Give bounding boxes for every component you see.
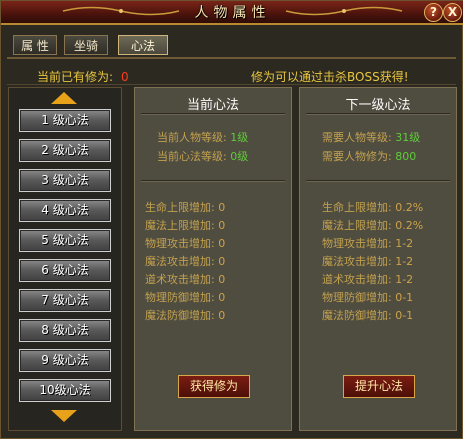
stat-label: 生命上限增加: bbox=[145, 201, 215, 214]
stat-value: 1-2 bbox=[395, 255, 414, 268]
character-attributes-window: 人物属性 ? X 属 性 坐骑 心法 当前已有修为: 0 修为可以通过击杀BOSS… bbox=[0, 0, 463, 439]
title-bar[interactable]: 人物属性 ? X bbox=[1, 1, 463, 25]
stat-value: 0 bbox=[218, 219, 226, 232]
stat-row: 道术攻击增加: 0 bbox=[145, 271, 225, 287]
required-char-level: 需要人物等级: 31级 bbox=[322, 129, 420, 145]
stat-row: 魔法防御增加: 0 bbox=[145, 307, 225, 323]
stat-value: 0 bbox=[218, 291, 226, 304]
stat-value: 0.2% bbox=[395, 201, 424, 214]
divider bbox=[141, 180, 285, 181]
arrow-up-icon[interactable] bbox=[51, 92, 77, 104]
cultivation-value: 0 bbox=[121, 70, 129, 84]
current-panel-header: 当前心法 bbox=[186, 98, 239, 113]
stat-row: 生命上限增加: 0 bbox=[145, 199, 225, 215]
stat-value: 31级 bbox=[395, 131, 421, 144]
stat-value: 1-2 bbox=[395, 273, 414, 286]
divider bbox=[7, 84, 456, 85]
next-panel-header: 下一级心法 bbox=[345, 98, 411, 113]
stat-label: 生命上限增加: bbox=[322, 201, 392, 214]
gain-cultivation-button[interactable]: 获得修为 bbox=[178, 375, 250, 398]
stat-label: 需要人物修为: bbox=[322, 150, 392, 163]
tab-divider bbox=[7, 57, 456, 59]
stat-value: 0级 bbox=[230, 150, 249, 163]
stat-row: 道术攻击增加: 1-2 bbox=[322, 271, 413, 287]
current-method-level: 当前心法等级: 0级 bbox=[157, 148, 248, 164]
level-button-7[interactable]: 7 级心法 bbox=[19, 289, 111, 312]
next-mind-method-panel: 下一级心法 需要人物等级: 31级 需要人物修为: 800 生命上限增加: 0.… bbox=[299, 87, 457, 431]
stat-value: 0 bbox=[218, 237, 226, 250]
tab-mount[interactable]: 坐骑 bbox=[64, 35, 108, 55]
stat-value: 0-1 bbox=[395, 309, 414, 322]
stat-label: 物理防御增加: bbox=[322, 291, 392, 304]
tab-mind-method[interactable]: 心法 bbox=[118, 35, 168, 55]
stat-label: 物理攻击增加: bbox=[145, 237, 215, 250]
stat-label: 魔法上限增加: bbox=[145, 219, 215, 232]
stat-row: 物理攻击增加: 0 bbox=[145, 235, 225, 251]
stat-label: 魔法攻击增加: bbox=[322, 255, 392, 268]
stat-row: 生命上限增加: 0.2% bbox=[322, 199, 423, 215]
level-button-10[interactable]: 10级心法 bbox=[19, 379, 111, 402]
stat-row: 魔法上限增加: 0.2% bbox=[322, 217, 423, 233]
required-cultivation: 需要人物修为: 800 bbox=[322, 148, 416, 164]
cultivation-label: 当前已有修为: bbox=[37, 70, 114, 84]
tab-attributes[interactable]: 属 性 bbox=[13, 35, 57, 55]
stat-label: 当前心法等级: bbox=[157, 150, 227, 163]
stat-value: 0-1 bbox=[395, 291, 414, 304]
level-button-3[interactable]: 3 级心法 bbox=[19, 169, 111, 192]
divider bbox=[306, 113, 450, 114]
stat-value: 0 bbox=[218, 273, 226, 286]
help-button[interactable]: ? bbox=[424, 3, 443, 22]
cultivation-hint: 修为可以通过击杀BOSS获得! bbox=[251, 70, 409, 84]
upgrade-mind-method-button[interactable]: 提升心法 bbox=[343, 375, 415, 398]
stat-row: 物理防御增加: 0-1 bbox=[322, 289, 413, 305]
stat-label: 魔法防御增加: bbox=[145, 309, 215, 322]
stat-label: 道术攻击增加: bbox=[145, 273, 215, 286]
level-button-9[interactable]: 9 级心法 bbox=[19, 349, 111, 372]
stat-row: 魔法攻击增加: 1-2 bbox=[322, 253, 413, 269]
arrow-down-icon[interactable] bbox=[51, 410, 77, 422]
stat-label: 魔法上限增加: bbox=[322, 219, 392, 232]
level-button-6[interactable]: 6 级心法 bbox=[19, 259, 111, 282]
level-button-8[interactable]: 8 级心法 bbox=[19, 319, 111, 342]
stat-label: 需要人物等级: bbox=[322, 131, 392, 144]
stat-value: 0 bbox=[218, 255, 226, 268]
stat-value: 800 bbox=[395, 150, 417, 163]
divider bbox=[141, 113, 285, 114]
stat-row: 魔法防御增加: 0-1 bbox=[322, 307, 413, 323]
stat-row: 魔法攻击增加: 0 bbox=[145, 253, 225, 269]
stat-label: 物理防御增加: bbox=[145, 291, 215, 304]
stat-label: 当前人物等级: bbox=[157, 131, 227, 144]
stat-label: 魔法攻击增加: bbox=[145, 255, 215, 268]
stat-label: 物理攻击增加: bbox=[322, 237, 392, 250]
level-button-2[interactable]: 2 级心法 bbox=[19, 139, 111, 162]
stat-value: 0.2% bbox=[395, 219, 424, 232]
stat-row: 魔法上限增加: 0 bbox=[145, 217, 225, 233]
stat-row: 物理防御增加: 0 bbox=[145, 289, 225, 305]
level-button-1[interactable]: 1 级心法 bbox=[19, 109, 111, 132]
current-mind-method-panel: 当前心法 当前人物等级: 1级 当前心法等级: 0级 生命上限增加: 0 魔法上… bbox=[134, 87, 292, 431]
stat-label: 道术攻击增加: bbox=[322, 273, 392, 286]
level-list: 1 级心法 2 级心法 3 级心法 4 级心法 5 级心法 6 级心法 7 级心… bbox=[8, 87, 122, 431]
stat-value: 1级 bbox=[230, 131, 249, 144]
window-title: 人物属性 bbox=[194, 5, 271, 21]
divider bbox=[306, 180, 450, 181]
stat-value: 1-2 bbox=[395, 237, 414, 250]
stat-row: 物理攻击增加: 1-2 bbox=[322, 235, 413, 251]
stat-label: 魔法防御增加: bbox=[322, 309, 392, 322]
stat-value: 0 bbox=[218, 309, 226, 322]
stat-value: 0 bbox=[218, 201, 226, 214]
level-button-4[interactable]: 4 级心法 bbox=[19, 199, 111, 222]
level-button-5[interactable]: 5 级心法 bbox=[19, 229, 111, 252]
close-button[interactable]: X bbox=[443, 3, 462, 22]
cultivation-info: 当前已有修为: 0 bbox=[37, 68, 129, 85]
current-char-level: 当前人物等级: 1级 bbox=[157, 129, 248, 145]
